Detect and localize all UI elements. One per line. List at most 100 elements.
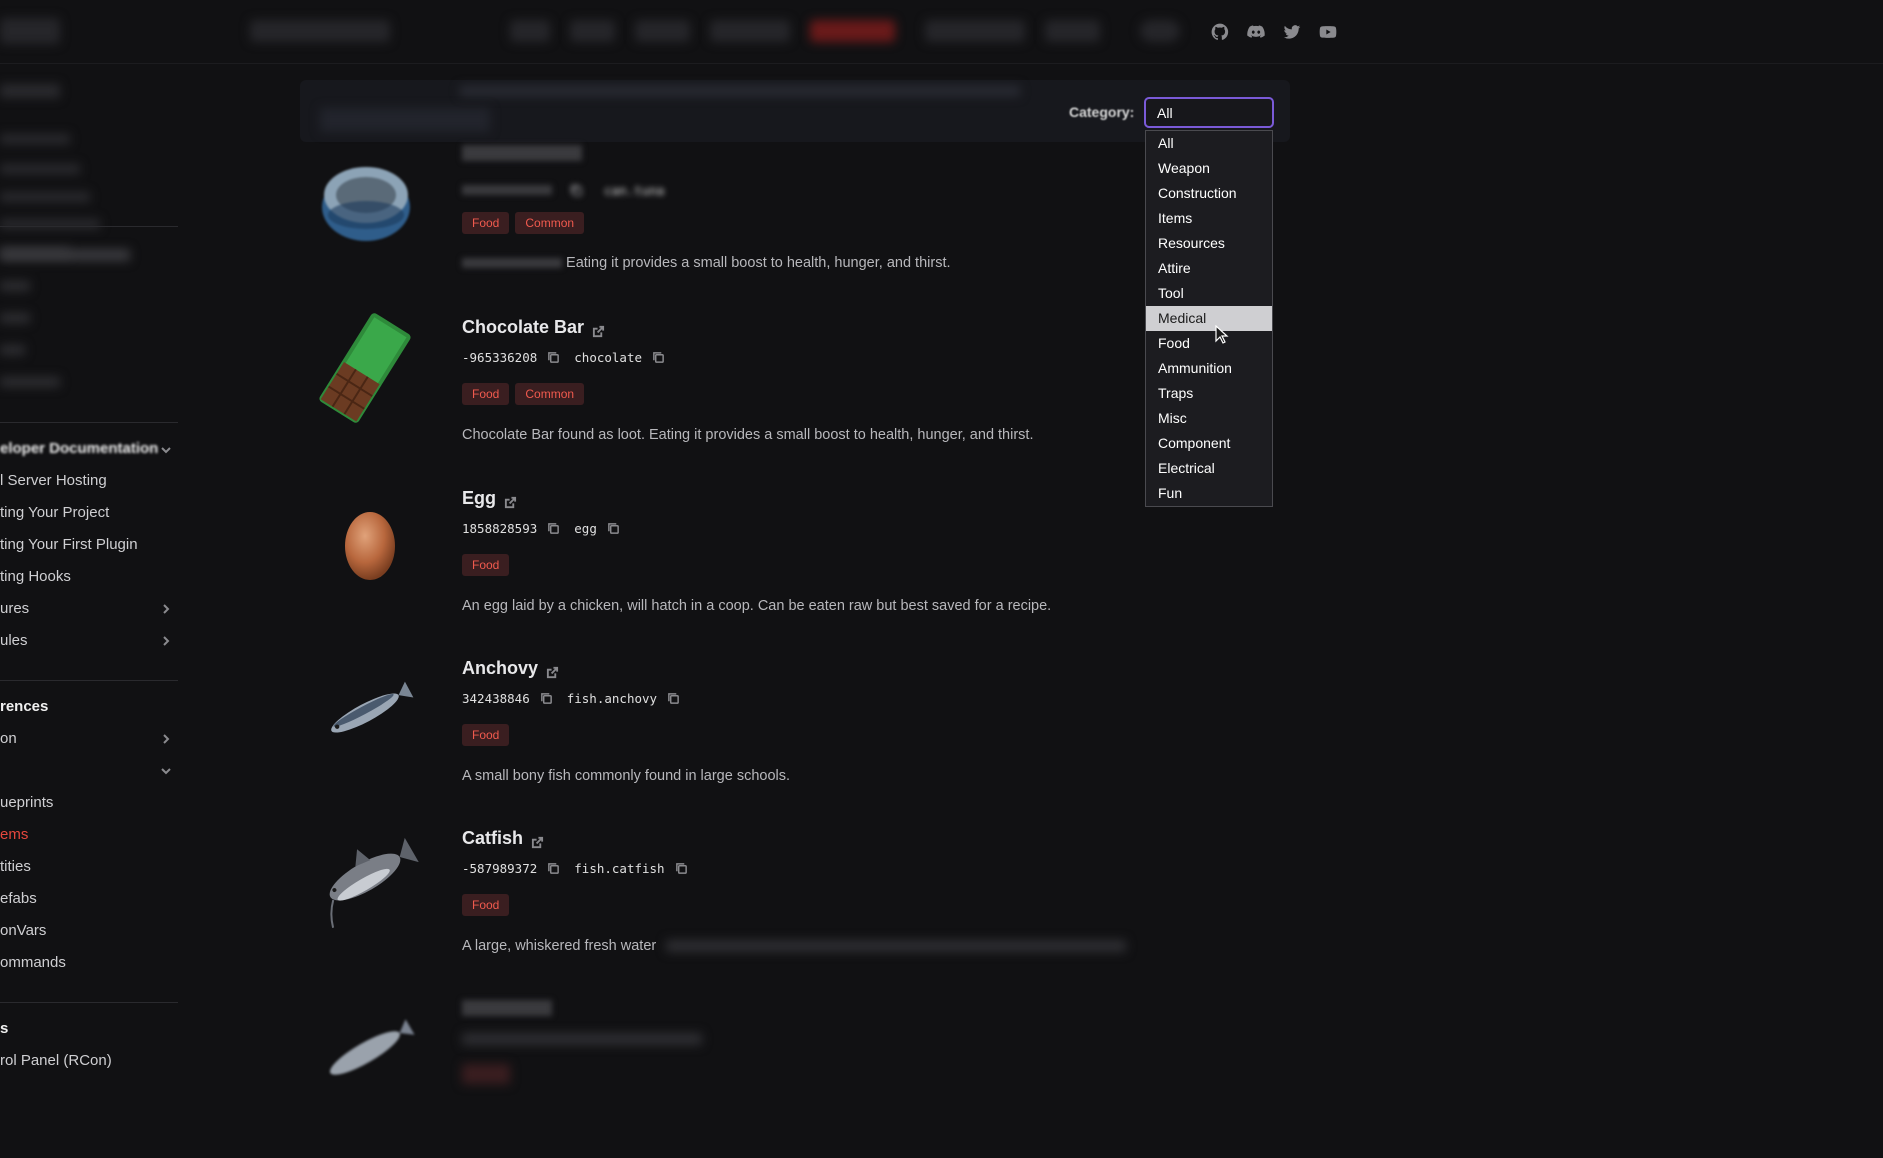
item-description: Chocolate Bar found as loot. Eating it p…	[462, 427, 1034, 443]
discord-icon[interactable]	[1245, 21, 1267, 43]
sidebar-divider	[0, 1002, 178, 1003]
item-shortname: chocolate	[574, 350, 642, 365]
chevron-right-icon[interactable]	[160, 602, 172, 614]
item-ids: can.tuna	[462, 183, 664, 198]
item-tags: Food	[462, 894, 515, 916]
item-description: A small bony fish commonly found in larg…	[462, 768, 791, 784]
copy-icon[interactable]	[547, 522, 560, 535]
tag-food: Food	[462, 894, 510, 916]
chevron-right-icon[interactable]	[160, 732, 172, 744]
external-link-icon[interactable]	[546, 663, 559, 678]
item-card	[300, 998, 1200, 1158]
sidebar-item-features[interactable]: ures	[0, 600, 29, 617]
nav-link[interactable]	[635, 20, 690, 42]
sidebar-item-entities[interactable]: tities	[0, 858, 31, 875]
nav-link[interactable]	[570, 20, 615, 42]
nav-link[interactable]	[510, 20, 550, 42]
external-link-icon[interactable]	[531, 833, 544, 848]
item-id: -587989372	[462, 861, 538, 876]
item-image	[310, 145, 420, 255]
dropdown-option-component[interactable]: Component	[1146, 431, 1272, 456]
search-input[interactable]	[320, 108, 490, 132]
nav-link[interactable]	[925, 20, 1025, 42]
external-link-icon[interactable]	[504, 493, 517, 508]
copy-icon[interactable]	[675, 862, 688, 875]
sidebar-item-items[interactable]: ems	[0, 826, 28, 843]
dropdown-option-tool[interactable]: Tool	[1146, 281, 1272, 306]
item-card: Anchovy 342438846 fish.anchovy Food A sma…	[300, 658, 1200, 818]
mouse-cursor-icon	[1215, 325, 1229, 344]
dropdown-option-misc[interactable]: Misc	[1146, 406, 1272, 431]
dropdown-option-fun[interactable]: Fun	[1146, 481, 1272, 506]
dropdown-option-items[interactable]: Items	[1146, 206, 1272, 231]
chevron-down-icon[interactable]	[160, 764, 172, 776]
nav-link-active[interactable]	[810, 20, 895, 42]
sidebar-divider	[0, 226, 178, 227]
copy-icon[interactable]	[652, 351, 665, 364]
item-title[interactable]: Catfish	[462, 828, 544, 849]
sidebar-item-blueprints[interactable]: ueprints	[0, 794, 53, 811]
dropdown-option-medical[interactable]: Medical	[1146, 306, 1272, 331]
copy-icon[interactable]	[570, 184, 583, 197]
item-description: A large, whiskered fresh water	[462, 938, 1127, 954]
item-image	[310, 488, 420, 598]
sidebar-item-server-hosting[interactable]: l Server Hosting	[0, 472, 107, 489]
dropdown-option-traps[interactable]: Traps	[1146, 381, 1272, 406]
copy-icon[interactable]	[547, 862, 560, 875]
dropdown-option-all[interactable]: All	[1146, 131, 1272, 156]
sidebar-item-rcon[interactable]: rol Panel (RCon)	[0, 1052, 112, 1069]
sidebar-item-hooks[interactable]: ting Hooks	[0, 568, 71, 585]
dropdown-option-resources[interactable]: Resources	[1146, 231, 1272, 256]
item-title[interactable]: Anchovy	[462, 658, 559, 679]
item-shortname: egg	[574, 521, 597, 536]
dropdown-option-attire[interactable]: Attire	[1146, 256, 1272, 281]
item-title[interactable]	[462, 145, 582, 161]
item-shortname: fish.anchovy	[566, 691, 658, 706]
item-image	[310, 313, 420, 423]
sidebar-item-project[interactable]: ting Your Project	[0, 504, 109, 521]
filter-bar	[300, 80, 1290, 142]
dropdown-option-ammunition[interactable]: Ammunition	[1146, 356, 1272, 381]
chevron-down-icon[interactable]	[160, 443, 172, 455]
copy-icon[interactable]	[547, 351, 560, 364]
tag-common: Common	[515, 383, 585, 405]
item-tags: Food	[462, 724, 515, 746]
sidebar-item-prefabs[interactable]: efabs	[0, 890, 37, 907]
item-title[interactable]	[462, 1000, 552, 1016]
category-label: Category:	[1069, 104, 1135, 120]
tag-food: Food	[462, 212, 510, 234]
item-card: can.tuna Food Common Eating it provides a…	[300, 145, 1200, 305]
sidebar-item-convars[interactable]: onVars	[0, 922, 46, 939]
dropdown-option-food[interactable]: Food	[1146, 331, 1272, 356]
copy-icon[interactable]	[607, 522, 620, 535]
item-tags: Food Common	[462, 383, 590, 405]
item-image	[310, 998, 420, 1108]
github-icon[interactable]	[1209, 21, 1231, 43]
sidebar: eloper Documentation l Server Hosting ti…	[0, 64, 178, 1078]
sidebar-item-modules[interactable]: ules	[0, 632, 28, 649]
language-select[interactable]	[1045, 20, 1100, 42]
youtube-icon[interactable]	[1317, 21, 1339, 43]
top-navbar	[0, 0, 1883, 64]
sidebar-item-commands[interactable]: ommands	[0, 954, 66, 971]
copy-icon[interactable]	[540, 692, 553, 705]
sidebar-heading-developer-docs[interactable]: eloper Documentation	[0, 440, 158, 457]
sidebar-item-first-plugin[interactable]: ting Your First Plugin	[0, 536, 138, 553]
logo	[0, 18, 60, 44]
chevron-right-icon[interactable]	[160, 634, 172, 646]
sidebar-item-on[interactable]: on	[0, 730, 17, 747]
search-box[interactable]	[250, 20, 390, 42]
blurred-hint-text	[460, 86, 1020, 96]
item-title[interactable]: Egg	[462, 488, 517, 509]
nav-link[interactable]	[710, 20, 790, 42]
dropdown-option-construction[interactable]: Construction	[1146, 181, 1272, 206]
item-title[interactable]: Chocolate Bar	[462, 317, 605, 338]
copy-icon[interactable]	[667, 692, 680, 705]
dropdown-option-electrical[interactable]: Electrical	[1146, 456, 1272, 481]
category-select[interactable]: All	[1144, 97, 1274, 128]
twitter-icon[interactable]	[1281, 21, 1303, 43]
dropdown-option-weapon[interactable]: Weapon	[1146, 156, 1272, 181]
theme-toggle[interactable]	[1140, 20, 1180, 42]
item-id: 342438846	[462, 691, 530, 706]
external-link-icon[interactable]	[592, 322, 605, 337]
